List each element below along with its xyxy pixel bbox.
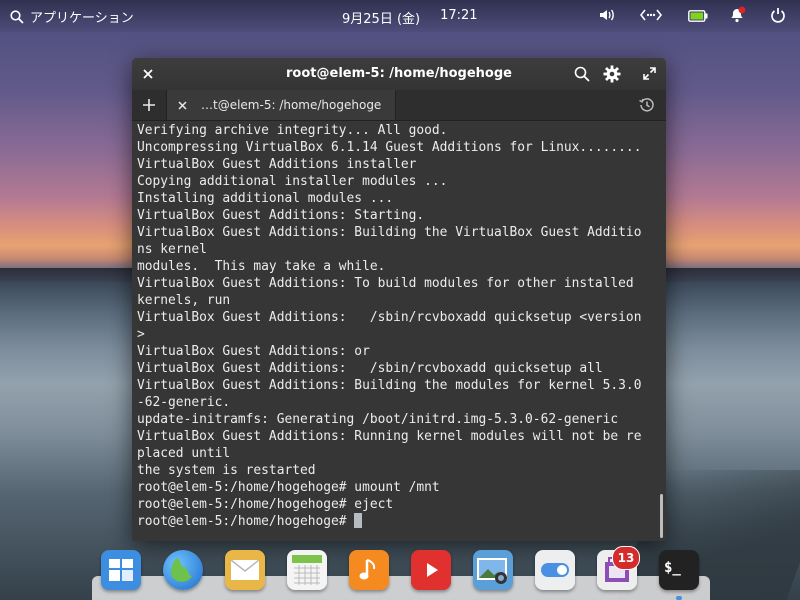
running-indicator bbox=[676, 596, 682, 600]
videos-icon bbox=[427, 563, 438, 577]
terminal-icon: $_ bbox=[664, 560, 681, 576]
gear-icon[interactable] bbox=[603, 65, 621, 83]
tab-label: …t@elem-5: /home/hogehoge bbox=[201, 98, 382, 112]
dock-item-mail[interactable] bbox=[225, 550, 265, 590]
mail-icon bbox=[230, 559, 260, 580]
terminal-line: VirtualBox Guest Additions: Running kern… bbox=[137, 429, 642, 444]
music-icon bbox=[359, 559, 376, 580]
terminal-line: VirtualBox Guest Additions: /sbin/rcvbox… bbox=[137, 310, 642, 325]
time-label: 17:21 bbox=[440, 8, 478, 23]
dock-item-web-browser[interactable] bbox=[163, 550, 203, 590]
datetime-indicator[interactable]: 9月25日 (金) 17:21 bbox=[342, 8, 478, 27]
network-icon[interactable] bbox=[640, 8, 662, 22]
terminal-line: VirtualBox Guest Additions installer bbox=[137, 157, 417, 172]
cursor bbox=[354, 513, 363, 528]
new-tab-icon[interactable] bbox=[143, 99, 155, 111]
terminal-line: update-initramfs: Generating /boot/initr… bbox=[137, 412, 619, 427]
terminal-line: root@elem-5:/home/hogehoge# umount /mnt bbox=[137, 480, 440, 495]
terminal-line: the system is restarted bbox=[137, 463, 316, 478]
dock-item-photos[interactable] bbox=[473, 550, 513, 590]
date-label: 9月25日 (金) bbox=[342, 12, 421, 27]
calendar-icon bbox=[292, 555, 322, 585]
web-browser-icon bbox=[171, 558, 192, 582]
terminal-line: Uncompressing VirtualBox 6.1.14 Guest Ad… bbox=[137, 140, 642, 155]
appcenter-badge: 13 bbox=[612, 546, 640, 570]
terminal-line: kernels, run bbox=[137, 293, 231, 308]
search-icon bbox=[10, 9, 24, 24]
terminal-output[interactable]: Verifying archive integrity... All good.… bbox=[137, 122, 657, 537]
tab-bar: …t@elem-5: /home/hogehoge bbox=[132, 90, 666, 121]
history-icon[interactable] bbox=[639, 97, 655, 113]
terminal-window: root@elem-5: /home/hogehoge …t@elem-5: /… bbox=[132, 58, 666, 541]
terminal-line: VirtualBox Guest Additions: or bbox=[137, 344, 370, 359]
multitasking-view-icon bbox=[109, 559, 133, 581]
titlebar: root@elem-5: /home/hogehoge bbox=[132, 58, 666, 90]
terminal-line: Copying additional installer modules ... bbox=[137, 174, 448, 189]
terminal-line: modules. This may take a while. bbox=[137, 259, 386, 274]
scrollbar-thumb[interactable] bbox=[660, 494, 663, 538]
tab-close-icon[interactable] bbox=[178, 101, 187, 110]
applications-menu[interactable]: アプリケーション bbox=[10, 7, 134, 26]
terminal-line: root@elem-5:/home/hogehoge# eject bbox=[137, 497, 394, 512]
dock-item-calendar[interactable] bbox=[287, 550, 327, 590]
terminal-line: -62-generic. bbox=[137, 395, 231, 410]
terminal-line: Installing additional modules ... bbox=[137, 191, 394, 206]
sound-icon[interactable] bbox=[598, 6, 616, 24]
power-icon[interactable] bbox=[770, 6, 786, 24]
terminal-line: Verifying archive integrity... All good. bbox=[137, 123, 448, 138]
prompt: root@elem-5:/home/hogehoge# bbox=[137, 514, 355, 529]
battery-icon[interactable] bbox=[688, 10, 708, 22]
tab-terminal[interactable]: …t@elem-5: /home/hogehoge bbox=[166, 90, 396, 120]
dock-item-terminal[interactable]: $_ bbox=[659, 550, 699, 590]
find-icon[interactable] bbox=[574, 66, 590, 82]
dock-item-music[interactable] bbox=[349, 550, 389, 590]
terminal-line: VirtualBox Guest Additions: Building the… bbox=[137, 225, 642, 240]
settings-icon bbox=[541, 563, 569, 577]
applications-label: アプリケーション bbox=[30, 11, 134, 26]
top-panel: アプリケーション 9月25日 (金) 17:21 bbox=[0, 0, 800, 32]
dock-item-videos[interactable] bbox=[411, 550, 451, 590]
terminal-line: VirtualBox Guest Additions: Building the… bbox=[137, 378, 642, 393]
terminal-line: VirtualBox Guest Additions: To build mod… bbox=[137, 276, 634, 291]
terminal-line: > bbox=[137, 327, 145, 342]
prompt-line: root@elem-5:/home/hogehoge# bbox=[137, 513, 657, 530]
dock-item-settings[interactable] bbox=[535, 550, 575, 590]
terminal-line: VirtualBox Guest Additions: Starting. bbox=[137, 208, 425, 223]
notifications-icon[interactable] bbox=[728, 6, 746, 24]
dock-item-multitasking[interactable] bbox=[101, 550, 141, 590]
maximize-icon[interactable] bbox=[643, 67, 656, 80]
terminal-line: VirtualBox Guest Additions: /sbin/rcvbox… bbox=[137, 361, 603, 376]
photos-icon bbox=[477, 558, 507, 584]
terminal-line: ns kernel bbox=[137, 242, 207, 257]
terminal-line: placed until bbox=[137, 446, 231, 461]
